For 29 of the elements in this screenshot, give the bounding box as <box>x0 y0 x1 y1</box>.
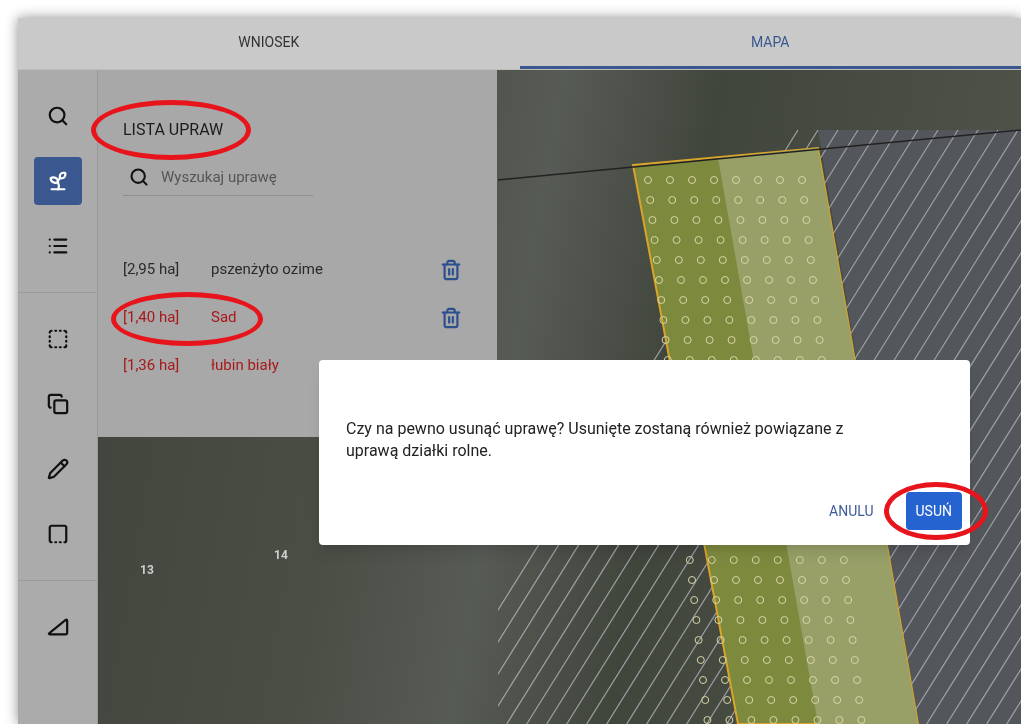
tab[interactable]: WNIOSEK <box>18 18 520 69</box>
crop-area: [1,40 ha] <box>123 306 211 329</box>
dashed-rectangle-icon <box>46 523 69 545</box>
delete-button[interactable] <box>440 258 462 281</box>
panel-title: LISTA UPRAW <box>123 119 224 141</box>
dialog-message: Czy na pewno usunąć uprawę? Usunięte zostaną również powiązane z uprawą działki rolne. <box>346 418 845 462</box>
search-icon <box>46 105 69 127</box>
list-icon <box>46 235 69 257</box>
crop-name: łubin biały <box>211 355 280 377</box>
crop-list-item[interactable]: [2,95 ha] pszenżyto ozime <box>123 257 472 282</box>
dashed-square-icon <box>46 328 69 350</box>
parcel-label: 13 <box>140 562 154 579</box>
parcel-label: 14 <box>274 547 288 564</box>
crop-area: [2,95 ha] <box>123 258 211 281</box>
crop-name: Sad <box>211 307 238 329</box>
crop-name: pszenżyto ozime <box>211 259 324 281</box>
copy-icon <box>46 393 69 415</box>
trash-icon <box>440 258 462 281</box>
triangle-ruler-icon <box>46 616 69 638</box>
tool-button[interactable] <box>33 157 82 205</box>
pencil-icon <box>46 458 69 480</box>
crop-area: [1,36 ha] <box>123 354 211 377</box>
delete-button[interactable]: USUŃ <box>905 492 962 530</box>
trash-icon <box>440 306 462 329</box>
crop-list-item[interactable]: [1,40 ha] Sad <box>123 305 472 330</box>
search-icon <box>129 167 149 188</box>
delete-button[interactable] <box>440 306 462 329</box>
search-field[interactable]: Wyszukaj uprawę <box>161 166 301 189</box>
cancel-button[interactable]: ANULU <box>819 492 884 530</box>
